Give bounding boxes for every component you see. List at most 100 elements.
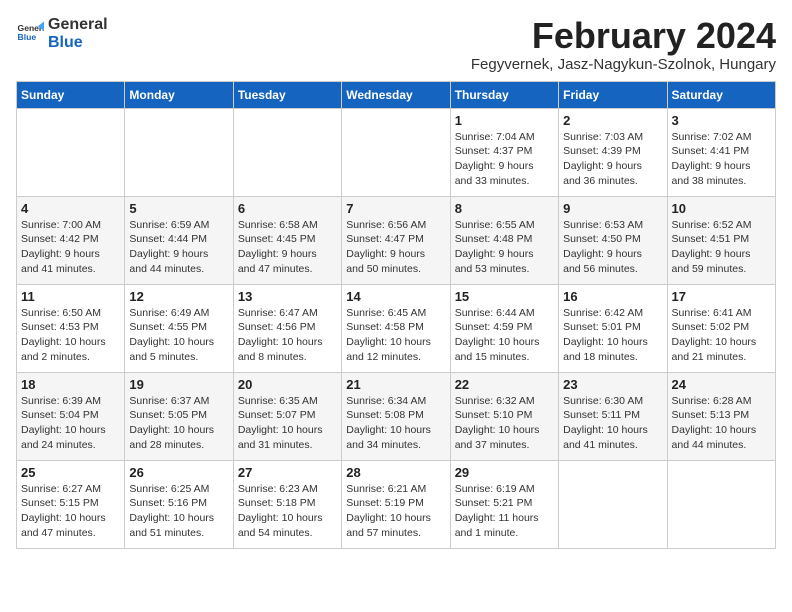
- calendar-cell: [667, 460, 775, 548]
- day-number: 3: [672, 113, 771, 128]
- day-info: Sunrise: 6:52 AM Sunset: 4:51 PM Dayligh…: [672, 218, 771, 277]
- calendar-cell: 2Sunrise: 7:03 AM Sunset: 4:39 PM Daylig…: [559, 108, 667, 196]
- day-number: 4: [21, 201, 120, 216]
- day-info: Sunrise: 6:59 AM Sunset: 4:44 PM Dayligh…: [129, 218, 228, 277]
- day-number: 8: [455, 201, 554, 216]
- day-number: 27: [238, 465, 337, 480]
- day-number: 9: [563, 201, 662, 216]
- calendar-cell: 3Sunrise: 7:02 AM Sunset: 4:41 PM Daylig…: [667, 108, 775, 196]
- day-info: Sunrise: 6:32 AM Sunset: 5:10 PM Dayligh…: [455, 394, 554, 453]
- title-area: February 2024 Fegyvernek, Jasz-Nagykun-S…: [471, 16, 776, 73]
- week-row-1: 1 Sunrise: 7:04 AM Sunset: 4:37 PM Daylig…: [17, 108, 776, 196]
- logo-blue: Blue: [48, 34, 108, 52]
- day-number: 29: [455, 465, 554, 480]
- day-info: Sunrise: 6:25 AM Sunset: 5:16 PM Dayligh…: [129, 482, 228, 541]
- day-number: 1: [455, 113, 554, 128]
- calendar-cell: [233, 108, 341, 196]
- day-info: Sunrise: 6:23 AM Sunset: 5:18 PM Dayligh…: [238, 482, 337, 541]
- day-number: 26: [129, 465, 228, 480]
- calendar-cell: 6 Sunrise: 6:58 AM Sunset: 4:45 PM Daylig…: [233, 196, 341, 284]
- day-number: 28: [346, 465, 445, 480]
- weekday-header-row: SundayMondayTuesdayWednesdayThursdayFrid…: [17, 81, 776, 108]
- day-number: 13: [238, 289, 337, 304]
- calendar-cell: [342, 108, 450, 196]
- weekday-header-monday: Monday: [125, 81, 233, 108]
- day-number: 12: [129, 289, 228, 304]
- day-number: 15: [455, 289, 554, 304]
- calendar-subtitle: Fegyvernek, Jasz-Nagykun-Szolnok, Hungar…: [471, 56, 776, 73]
- weekday-header-friday: Friday: [559, 81, 667, 108]
- day-info: Sunrise: 6:37 AM Sunset: 5:05 PM Dayligh…: [129, 394, 228, 453]
- logo-general: General: [48, 16, 108, 34]
- day-number: 6: [238, 201, 337, 216]
- calendar-cell: 16Sunrise: 6:42 AM Sunset: 5:01 PM Dayli…: [559, 284, 667, 372]
- day-number: 19: [129, 377, 228, 392]
- calendar-cell: 27 Sunrise: 6:23 AM Sunset: 5:18 PM Dayli…: [233, 460, 341, 548]
- day-number: 5: [129, 201, 228, 216]
- calendar-cell: 20Sunrise: 6:35 AM Sunset: 5:07 PM Dayli…: [233, 372, 341, 460]
- weekday-header-tuesday: Tuesday: [233, 81, 341, 108]
- day-info: Sunrise: 6:41 AM Sunset: 5:02 PM Dayligh…: [672, 306, 771, 365]
- calendar-cell: 17 Sunrise: 6:41 AM Sunset: 5:02 PM Dayli…: [667, 284, 775, 372]
- day-info: Sunrise: 7:00 AM Sunset: 4:42 PM Dayligh…: [21, 218, 120, 277]
- calendar-cell: 29 Sunrise: 6:19 AM Sunset: 5:21 PM Dayli…: [450, 460, 558, 548]
- calendar-cell: 13 Sunrise: 6:47 AM Sunset: 4:56 PM Dayli…: [233, 284, 341, 372]
- day-info: Sunrise: 6:55 AM Sunset: 4:48 PM Dayligh…: [455, 218, 554, 277]
- calendar-cell: 7Sunrise: 6:56 AM Sunset: 4:47 PM Daylig…: [342, 196, 450, 284]
- calendar-cell: 25Sunrise: 6:27 AM Sunset: 5:15 PM Dayli…: [17, 460, 125, 548]
- weekday-header-sunday: Sunday: [17, 81, 125, 108]
- day-info: Sunrise: 6:45 AM Sunset: 4:58 PM Dayligh…: [346, 306, 445, 365]
- day-info: Sunrise: 6:35 AM Sunset: 5:07 PM Dayligh…: [238, 394, 337, 453]
- day-number: 11: [21, 289, 120, 304]
- logo: General Blue General Blue: [16, 16, 108, 52]
- calendar-cell: 21 Sunrise: 6:34 AM Sunset: 5:08 PM Dayli…: [342, 372, 450, 460]
- day-number: 16: [563, 289, 662, 304]
- day-info: Sunrise: 6:49 AM Sunset: 4:55 PM Dayligh…: [129, 306, 228, 365]
- day-number: 10: [672, 201, 771, 216]
- week-row-3: 11 Sunrise: 6:50 AM Sunset: 4:53 PM Dayli…: [17, 284, 776, 372]
- calendar-cell: [17, 108, 125, 196]
- weekday-header-thursday: Thursday: [450, 81, 558, 108]
- day-info: Sunrise: 6:21 AM Sunset: 5:19 PM Dayligh…: [346, 482, 445, 541]
- day-info: Sunrise: 6:58 AM Sunset: 4:45 PM Dayligh…: [238, 218, 337, 277]
- calendar-cell: 11 Sunrise: 6:50 AM Sunset: 4:53 PM Dayli…: [17, 284, 125, 372]
- calendar-cell: 18Sunrise: 6:39 AM Sunset: 5:04 PM Dayli…: [17, 372, 125, 460]
- day-info: Sunrise: 6:50 AM Sunset: 4:53 PM Dayligh…: [21, 306, 120, 365]
- day-number: 18: [21, 377, 120, 392]
- logo-icon: General Blue: [16, 20, 44, 48]
- weekday-header-wednesday: Wednesday: [342, 81, 450, 108]
- calendar-cell: [125, 108, 233, 196]
- calendar-cell: 19 Sunrise: 6:37 AM Sunset: 5:05 PM Dayli…: [125, 372, 233, 460]
- day-info: Sunrise: 6:19 AM Sunset: 5:21 PM Dayligh…: [455, 482, 554, 541]
- day-info: Sunrise: 6:53 AM Sunset: 4:50 PM Dayligh…: [563, 218, 662, 277]
- day-info: Sunrise: 6:30 AM Sunset: 5:11 PM Dayligh…: [563, 394, 662, 453]
- day-info: Sunrise: 6:27 AM Sunset: 5:15 PM Dayligh…: [21, 482, 120, 541]
- calendar-cell: 14 Sunrise: 6:45 AM Sunset: 4:58 PM Dayli…: [342, 284, 450, 372]
- calendar-cell: 15Sunrise: 6:44 AM Sunset: 4:59 PM Dayli…: [450, 284, 558, 372]
- day-info: Sunrise: 7:03 AM Sunset: 4:39 PM Dayligh…: [563, 130, 662, 189]
- day-info: Sunrise: 6:34 AM Sunset: 5:08 PM Dayligh…: [346, 394, 445, 453]
- day-number: 22: [455, 377, 554, 392]
- day-info: Sunrise: 6:47 AM Sunset: 4:56 PM Dayligh…: [238, 306, 337, 365]
- day-number: 17: [672, 289, 771, 304]
- calendar-cell: [559, 460, 667, 548]
- calendar-cell: 28 Sunrise: 6:21 AM Sunset: 5:19 PM Dayli…: [342, 460, 450, 548]
- week-row-4: 18Sunrise: 6:39 AM Sunset: 5:04 PM Dayli…: [17, 372, 776, 460]
- calendar-cell: 10 Sunrise: 6:52 AM Sunset: 4:51 PM Dayli…: [667, 196, 775, 284]
- calendar-cell: 24Sunrise: 6:28 AM Sunset: 5:13 PM Dayli…: [667, 372, 775, 460]
- day-number: 21: [346, 377, 445, 392]
- svg-text:Blue: Blue: [18, 32, 37, 42]
- calendar-cell: 4 Sunrise: 7:00 AM Sunset: 4:42 PM Daylig…: [17, 196, 125, 284]
- calendar-cell: 5 Sunrise: 6:59 AM Sunset: 4:44 PM Daylig…: [125, 196, 233, 284]
- header: General Blue General Blue February 2024 …: [16, 16, 776, 73]
- week-row-2: 4 Sunrise: 7:00 AM Sunset: 4:42 PM Daylig…: [17, 196, 776, 284]
- calendar-cell: 1 Sunrise: 7:04 AM Sunset: 4:37 PM Daylig…: [450, 108, 558, 196]
- day-number: 14: [346, 289, 445, 304]
- calendar-table: SundayMondayTuesdayWednesdayThursdayFrid…: [16, 81, 776, 549]
- calendar-cell: 22 Sunrise: 6:32 AM Sunset: 5:10 PM Dayli…: [450, 372, 558, 460]
- calendar-cell: 12 Sunrise: 6:49 AM Sunset: 4:55 PM Dayli…: [125, 284, 233, 372]
- day-number: 24: [672, 377, 771, 392]
- calendar-cell: 8 Sunrise: 6:55 AM Sunset: 4:48 PM Daylig…: [450, 196, 558, 284]
- day-info: Sunrise: 7:04 AM Sunset: 4:37 PM Dayligh…: [455, 130, 554, 189]
- day-info: Sunrise: 6:56 AM Sunset: 4:47 PM Dayligh…: [346, 218, 445, 277]
